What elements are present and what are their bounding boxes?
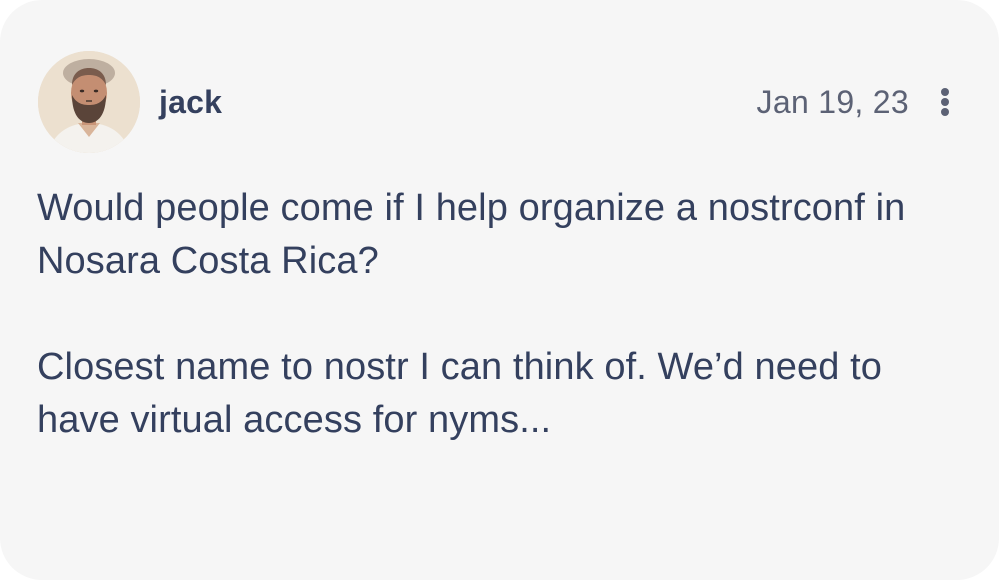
post-body: Would people come if I help organize a n… — [37, 182, 937, 447]
author-username[interactable]: jack — [159, 82, 222, 122]
avatar-photo-icon — [38, 51, 140, 153]
post-paragraph: Would people come if I help organize a n… — [37, 187, 906, 282]
post-paragraph: Closest name to nostr I can think of. We… — [37, 346, 882, 441]
more-options-button[interactable] — [926, 82, 964, 122]
post-card[interactable]: jack Jan 19, 23 Would people come if I h… — [0, 0, 999, 580]
more-vertical-icon — [941, 108, 949, 116]
more-vertical-icon — [941, 88, 949, 96]
post-timestamp: Jan 19, 23 — [756, 84, 909, 120]
author-avatar[interactable] — [38, 51, 140, 153]
more-vertical-icon — [941, 98, 949, 106]
